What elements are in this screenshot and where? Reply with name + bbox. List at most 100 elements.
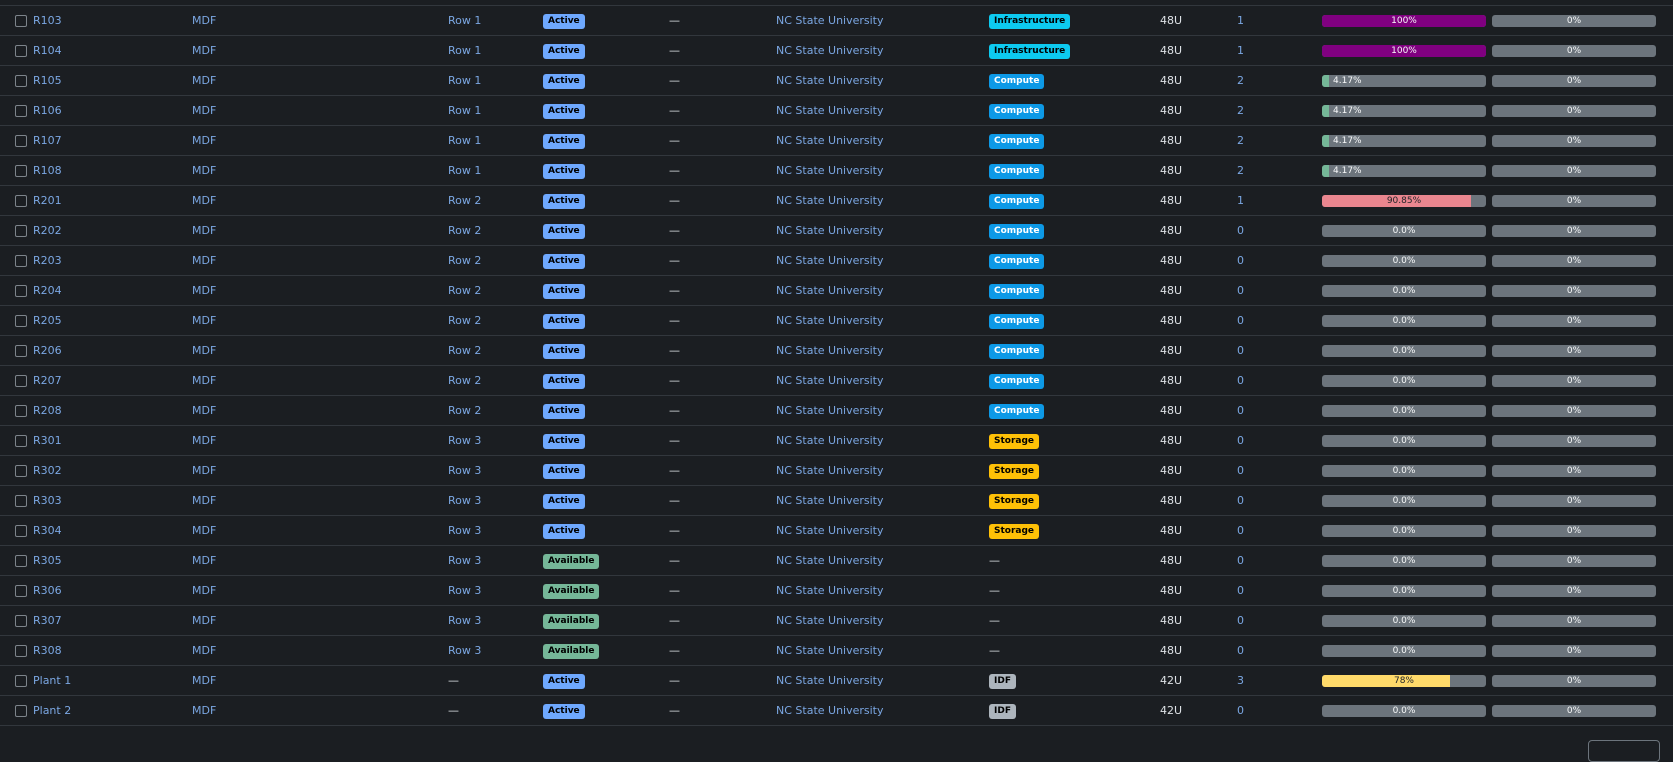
- site-link[interactable]: MDF: [192, 674, 216, 687]
- row-select-checkbox[interactable]: [15, 375, 27, 387]
- site-link[interactable]: MDF: [192, 644, 216, 657]
- row-select-checkbox[interactable]: [15, 135, 27, 147]
- rack-name-link[interactable]: R305: [33, 554, 62, 567]
- row-select-checkbox[interactable]: [15, 615, 27, 627]
- row-link[interactable]: Row 3: [448, 614, 481, 627]
- tenant-link[interactable]: NC State University: [776, 104, 884, 117]
- device-count-link[interactable]: 0: [1237, 704, 1244, 717]
- site-link[interactable]: MDF: [192, 524, 216, 537]
- site-link[interactable]: MDF: [192, 584, 216, 597]
- site-link[interactable]: MDF: [192, 134, 216, 147]
- device-count-link[interactable]: 0: [1237, 524, 1244, 537]
- rack-name-link[interactable]: R304: [33, 524, 62, 537]
- row-select-checkbox[interactable]: [15, 585, 27, 597]
- rack-name-link[interactable]: R205: [33, 314, 62, 327]
- tenant-link[interactable]: NC State University: [776, 44, 884, 57]
- tenant-link[interactable]: NC State University: [776, 494, 884, 507]
- site-link[interactable]: MDF: [192, 494, 216, 507]
- site-link[interactable]: MDF: [192, 554, 216, 567]
- row-link[interactable]: Row 1: [448, 104, 481, 117]
- device-count-link[interactable]: 1: [1237, 14, 1244, 27]
- role-badge[interactable]: Compute: [989, 223, 1045, 239]
- site-link[interactable]: MDF: [192, 284, 216, 297]
- rack-name-link[interactable]: R106: [33, 104, 62, 117]
- device-count-link[interactable]: 2: [1237, 134, 1244, 147]
- device-count-link[interactable]: 0: [1237, 584, 1244, 597]
- rack-name-link[interactable]: R202: [33, 224, 62, 237]
- device-count-link[interactable]: 0: [1237, 314, 1244, 327]
- rack-name-link[interactable]: R108: [33, 164, 62, 177]
- rack-name-link[interactable]: Plant 2: [33, 704, 71, 717]
- tenant-link[interactable]: NC State University: [776, 554, 884, 567]
- row-select-checkbox[interactable]: [15, 555, 27, 567]
- row-link[interactable]: Row 2: [448, 374, 481, 387]
- row-select-checkbox[interactable]: [15, 345, 27, 357]
- row-link[interactable]: Row 2: [448, 224, 481, 237]
- row-select-checkbox[interactable]: [15, 435, 27, 447]
- rack-name-link[interactable]: R302: [33, 464, 62, 477]
- site-link[interactable]: MDF: [192, 104, 216, 117]
- rack-name-link[interactable]: R105: [33, 74, 62, 87]
- device-count-link[interactable]: 0: [1237, 404, 1244, 417]
- role-badge[interactable]: Compute: [989, 373, 1045, 389]
- device-count-link[interactable]: 2: [1237, 164, 1244, 177]
- row-link[interactable]: Row 1: [448, 134, 481, 147]
- role-badge[interactable]: Compute: [989, 343, 1045, 359]
- rack-name-link[interactable]: R104: [33, 44, 62, 57]
- row-select-checkbox[interactable]: [15, 465, 27, 477]
- tenant-link[interactable]: NC State University: [776, 374, 884, 387]
- tenant-link[interactable]: NC State University: [776, 194, 884, 207]
- device-count-link[interactable]: 0: [1237, 224, 1244, 237]
- rack-name-link[interactable]: R207: [33, 374, 62, 387]
- tenant-link[interactable]: NC State University: [776, 614, 884, 627]
- rack-name-link[interactable]: R306: [33, 584, 62, 597]
- rack-name-link[interactable]: R203: [33, 254, 62, 267]
- role-badge[interactable]: Storage: [989, 463, 1040, 479]
- role-badge[interactable]: Storage: [989, 433, 1040, 449]
- row-select-checkbox[interactable]: [15, 75, 27, 87]
- role-badge[interactable]: IDF: [989, 703, 1016, 719]
- row-link[interactable]: Row 3: [448, 524, 481, 537]
- row-select-checkbox[interactable]: [15, 225, 27, 237]
- tenant-link[interactable]: NC State University: [776, 14, 884, 27]
- tenant-link[interactable]: NC State University: [776, 314, 884, 327]
- device-count-link[interactable]: 0: [1237, 344, 1244, 357]
- site-link[interactable]: MDF: [192, 194, 216, 207]
- rack-name-link[interactable]: R303: [33, 494, 62, 507]
- rack-name-link[interactable]: R103: [33, 14, 62, 27]
- tenant-link[interactable]: NC State University: [776, 644, 884, 657]
- tenant-link[interactable]: NC State University: [776, 584, 884, 597]
- row-link[interactable]: Row 2: [448, 404, 481, 417]
- device-count-link[interactable]: 2: [1237, 104, 1244, 117]
- role-badge[interactable]: Infrastructure: [989, 43, 1071, 59]
- device-count-link[interactable]: 0: [1237, 374, 1244, 387]
- site-link[interactable]: MDF: [192, 44, 216, 57]
- row-select-checkbox[interactable]: [15, 645, 27, 657]
- site-link[interactable]: MDF: [192, 704, 216, 717]
- row-select-checkbox[interactable]: [15, 495, 27, 507]
- site-link[interactable]: MDF: [192, 344, 216, 357]
- device-count-link[interactable]: 0: [1237, 554, 1244, 567]
- device-count-link[interactable]: 0: [1237, 494, 1244, 507]
- row-link[interactable]: Row 2: [448, 314, 481, 327]
- site-link[interactable]: MDF: [192, 74, 216, 87]
- device-count-link[interactable]: 1: [1237, 44, 1244, 57]
- tenant-link[interactable]: NC State University: [776, 464, 884, 477]
- site-link[interactable]: MDF: [192, 314, 216, 327]
- rack-name-link[interactable]: R206: [33, 344, 62, 357]
- role-badge[interactable]: Compute: [989, 403, 1045, 419]
- device-count-link[interactable]: 0: [1237, 464, 1244, 477]
- tenant-link[interactable]: NC State University: [776, 74, 884, 87]
- site-link[interactable]: MDF: [192, 254, 216, 267]
- row-link[interactable]: Row 3: [448, 584, 481, 597]
- tenant-link[interactable]: NC State University: [776, 254, 884, 267]
- role-badge[interactable]: Compute: [989, 103, 1045, 119]
- tenant-link[interactable]: NC State University: [776, 224, 884, 237]
- site-link[interactable]: MDF: [192, 464, 216, 477]
- tenant-link[interactable]: NC State University: [776, 434, 884, 447]
- device-count-link[interactable]: 1: [1237, 194, 1244, 207]
- rack-name-link[interactable]: Plant 1: [33, 674, 71, 687]
- tenant-link[interactable]: NC State University: [776, 404, 884, 417]
- row-select-checkbox[interactable]: [15, 705, 27, 717]
- device-count-link[interactable]: 0: [1237, 434, 1244, 447]
